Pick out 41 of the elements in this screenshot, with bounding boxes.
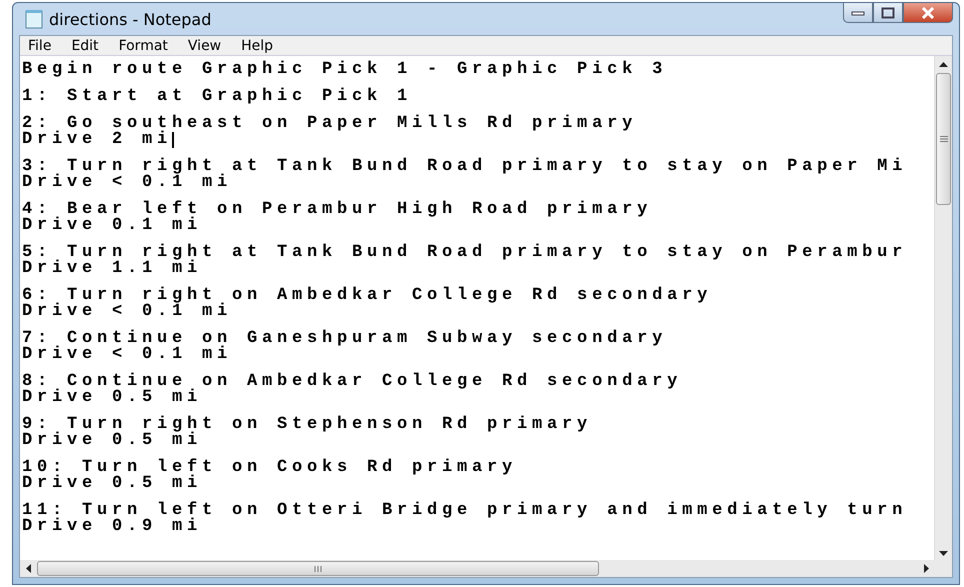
down-arrow-icon[interactable]	[939, 551, 948, 556]
text-line: Begin route Graphic Pick 1 - Graphic Pick 3	[22, 62, 668, 78]
menu-item[interactable]: Format	[118, 38, 168, 54]
menu-item[interactable]: Edit	[71, 38, 99, 54]
text-line: 11: Turn left on Otteri Bridge primary and immediately turn	[22, 503, 908, 519]
text-line: 3: Turn right at Tank Bund Road primary to stay on Paper Mi	[22, 159, 908, 175]
text-line: Drive 0.5 mi	[22, 476, 202, 492]
close-button[interactable]	[903, 3, 953, 23]
minimize-button[interactable]	[843, 3, 873, 23]
text-area[interactable]	[20, 56, 952, 560]
maximize-icon	[881, 6, 895, 18]
menu-item[interactable]: File	[28, 38, 52, 54]
text-line: 1: Start at Graphic Pick 1	[22, 89, 412, 105]
text-line: 10: Turn left on Cooks Rd primary	[22, 460, 518, 476]
text-line: Drive 1.1 mi	[22, 261, 202, 277]
text-line: Drive 0.1 mi	[22, 218, 202, 234]
text-line: Drive 0.5 mi	[22, 390, 202, 406]
notepad-icon	[25, 9, 43, 29]
minimize-icon	[851, 10, 865, 16]
text-line: 2: Go southeast on Paper Mills Rd primary	[22, 116, 638, 132]
maximize-button[interactable]	[873, 3, 903, 23]
left-arrow-icon[interactable]	[26, 564, 31, 573]
vertical-scrollbar[interactable]	[934, 56, 952, 560]
up-arrow-icon[interactable]	[939, 62, 948, 67]
text-line: 5: Turn right at Tank Bund Road primary to stay on Perambur	[22, 245, 908, 261]
text-line: 4: Bear left on Perambur High Road primary	[22, 202, 652, 218]
window-title: directions - Notepad	[49, 10, 212, 28]
text-line: 6: Turn right on Ambedkar College Rd secondary	[22, 288, 712, 304]
menu-item[interactable]: View	[188, 38, 222, 54]
text-line: Drive 2 mi	[22, 132, 172, 148]
text-line: Drive 0.9 mi	[22, 519, 202, 535]
text-line: Drive 0.5 mi	[22, 433, 202, 449]
text-line: Drive < 0.1 mi	[22, 304, 232, 320]
text-line: Drive < 0.1 mi	[22, 175, 232, 191]
text-line: 7: Continue on Ganeshpuram Subway secondary	[22, 331, 668, 347]
right-arrow-icon[interactable]	[924, 564, 929, 573]
text-line: 9: Turn right on Stephenson Rd primary	[22, 417, 592, 433]
text-line: 8: Continue on Ambedkar College Rd secondary	[22, 374, 682, 390]
text-line: Drive < 0.1 mi	[22, 347, 232, 363]
menu-item[interactable]: Help	[241, 38, 274, 54]
close-icon	[920, 6, 936, 18]
